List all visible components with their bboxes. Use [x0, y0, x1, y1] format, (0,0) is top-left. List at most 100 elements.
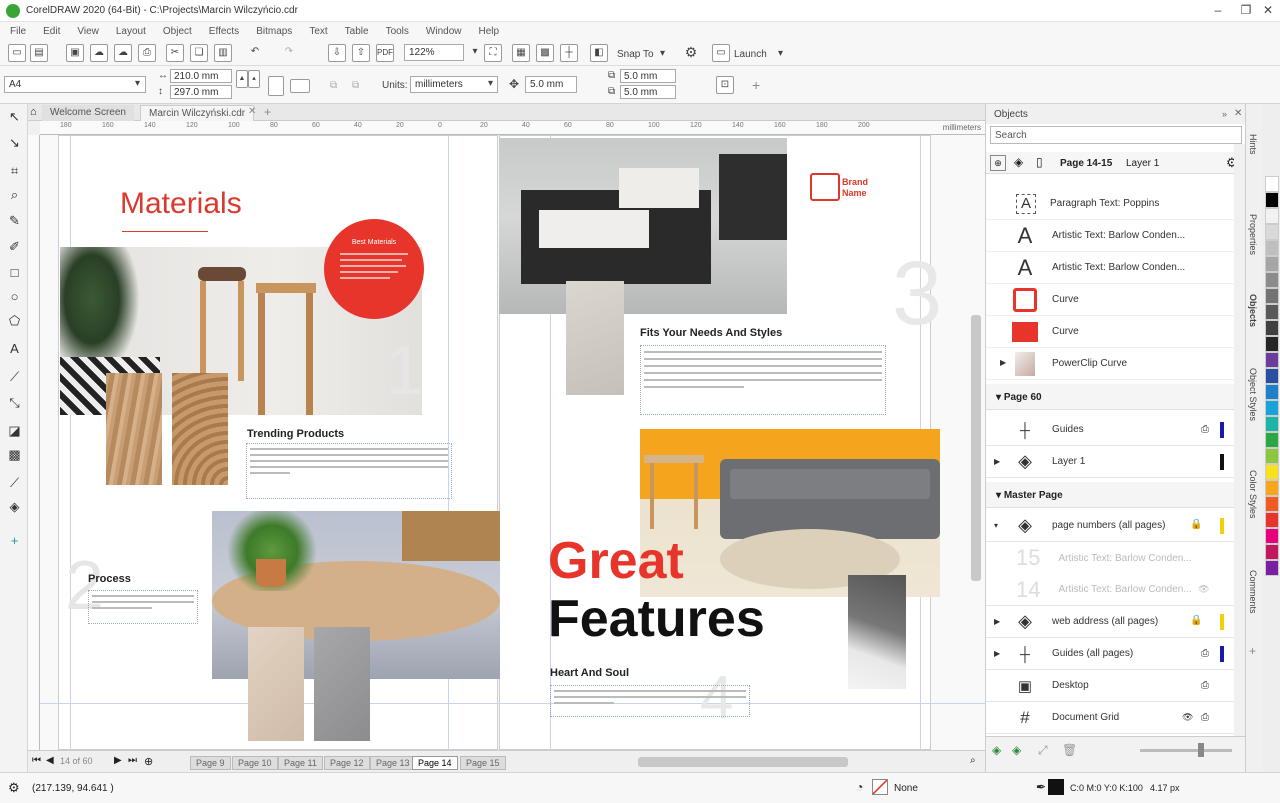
print-toggle-icon[interactable]: ⎙ [1201, 712, 1209, 723]
freehand-tool-icon[interactable]: ✎ [6, 212, 23, 229]
expand-arrow-icon[interactable]: ▶ [1000, 358, 1006, 367]
palette-swatch[interactable] [1265, 288, 1279, 304]
palette-swatch[interactable] [1265, 240, 1279, 256]
palette-swatch[interactable] [1265, 352, 1279, 368]
print-toggle-icon[interactable]: ⎙ [1201, 680, 1209, 691]
brand-logo-icon[interactable] [810, 173, 840, 201]
connector-tool-icon[interactable]: ⤡ [6, 394, 23, 411]
show-guidelines-icon[interactable]: ┼ [560, 44, 578, 62]
menu-help[interactable]: Help [479, 26, 500, 37]
artistic-media-icon[interactable]: ✐ [6, 238, 23, 255]
tab-page-9[interactable]: Page 9 [190, 756, 231, 770]
menu-layout[interactable]: Layout [116, 26, 146, 37]
new-layer-icon[interactable]: ◈ [992, 743, 1001, 757]
snap-chevron-icon[interactable]: ▾ [660, 48, 665, 59]
palette-swatch[interactable] [1265, 384, 1279, 400]
palette-swatch[interactable] [1265, 304, 1279, 320]
stone-sample-beige[interactable] [248, 627, 304, 741]
units-select[interactable]: millimeters [410, 76, 498, 93]
tab-page-12[interactable]: Page 12 [324, 756, 370, 770]
process-paragraph[interactable] [88, 590, 198, 624]
menu-view[interactable]: View [77, 26, 99, 37]
show-rulers-icon[interactable]: ▦ [512, 44, 530, 62]
undo-icon[interactable]: ↶ [246, 44, 264, 62]
tab-page-11[interactable]: Page 11 [278, 756, 323, 770]
ellipse-tool-icon[interactable]: ○ [6, 288, 23, 305]
wood-sample-2[interactable] [172, 373, 228, 485]
menu-text[interactable]: Text [309, 26, 327, 37]
tab-page-10[interactable]: Page 10 [232, 756, 278, 770]
layer-row-page-numbers[interactable]: ▾ ◈ page numbers (all pages) 🔒 [986, 510, 1234, 542]
lock-ratio-icon[interactable]: ▴ [248, 70, 260, 88]
palette-swatch[interactable] [1265, 560, 1279, 576]
export-pdf-icon[interactable]: PDF [376, 44, 394, 62]
text-tool-icon[interactable]: A [6, 340, 23, 357]
cut-icon[interactable]: ✂ [166, 44, 184, 62]
tab-objects[interactable]: Objects [1248, 294, 1258, 327]
duplicate-y-field[interactable]: 5.0 mm [620, 85, 676, 99]
object-row[interactable]: Curve [986, 284, 1234, 316]
docker-collapse-icon[interactable]: » [1222, 109, 1227, 119]
print-toggle-icon[interactable]: ⎙ [1201, 648, 1209, 659]
settings-gear-icon[interactable]: ⚙ [8, 780, 20, 796]
object-row[interactable]: A Artistic Text: Barlow Conden... [986, 220, 1234, 252]
new-tab-icon[interactable]: + [264, 105, 271, 119]
rectangle-tool-icon[interactable]: □ [6, 264, 23, 281]
save-icon[interactable]: ▣ [66, 44, 84, 62]
wood-sample-1[interactable] [106, 373, 162, 485]
object-row[interactable]: A Paragraph Text: Poppins [986, 188, 1234, 220]
options-gear-icon[interactable]: ⚙ [682, 44, 700, 62]
trending-paragraph[interactable] [246, 443, 452, 499]
tab-welcome-screen[interactable]: Welcome Screen [42, 105, 134, 121]
expand-arrow-icon[interactable]: ▾ [994, 521, 998, 530]
object-row[interactable]: ▶ PowerClip Curve [986, 348, 1234, 380]
objects-search-input[interactable]: Search [990, 126, 1242, 144]
page-width-field[interactable]: 210.0 mm [170, 69, 232, 83]
close-tab-icon[interactable]: ✕ [248, 106, 256, 117]
stone-sample-light[interactable] [566, 281, 624, 395]
collapse-arrow-icon[interactable]: ▾ [996, 490, 1004, 501]
palette-swatch[interactable] [1265, 512, 1279, 528]
materials-title[interactable]: Materials [120, 187, 242, 221]
menu-effects[interactable]: Effects [209, 26, 239, 37]
menu-bitmaps[interactable]: Bitmaps [256, 26, 292, 37]
export-icon[interactable]: ⇧ [352, 44, 370, 62]
page-border-icon[interactable]: ⊡ [716, 76, 734, 94]
horizontal-ruler[interactable]: millimeters 180 160 140 120 100 80 60 40 20 0 20 40… [40, 121, 985, 135]
outline-color-swatch[interactable] [1048, 779, 1064, 795]
palette-swatch[interactable] [1265, 496, 1279, 512]
palette-swatch[interactable] [1265, 464, 1279, 480]
minimize-icon[interactable]: – [1208, 3, 1228, 17]
add-icon[interactable]: + [752, 77, 760, 93]
page-height-field[interactable]: 297.0 mm [170, 85, 232, 99]
paste-icon[interactable]: ▥ [214, 44, 232, 62]
all-pages-icon[interactable]: ⧉ [330, 80, 337, 91]
object-row-ghost[interactable]: 14 Artistic Text: Barlow Conden... 👁 [986, 574, 1234, 606]
page-size-select[interactable]: A4 [4, 76, 146, 93]
layer-row-web-address[interactable]: ▶ ◈ web address (all pages) 🔒 [986, 606, 1234, 638]
current-page-icon[interactable]: ⧉ [352, 80, 359, 91]
layer-row-guides-all[interactable]: ▶ ┼ Guides (all pages) ⎙ [986, 638, 1234, 670]
stone-sample-grey[interactable] [314, 627, 370, 741]
quick-customize-icon[interactable]: + [6, 532, 23, 549]
layer-row-guides[interactable]: ┼ Guides ⎙ [986, 414, 1234, 446]
first-page-icon[interactable]: ⏮ [32, 755, 41, 766]
redo-icon[interactable]: ↷ [280, 44, 298, 62]
palette-swatch[interactable] [1265, 400, 1279, 416]
tab-hints[interactable]: Hints [1248, 134, 1258, 155]
menu-object[interactable]: Object [163, 26, 192, 37]
marble-sample[interactable] [848, 575, 906, 689]
copy-icon[interactable]: ❏ [190, 44, 208, 62]
tab-properties[interactable]: Properties [1248, 214, 1258, 255]
close-icon[interactable]: ✕ [1258, 3, 1278, 17]
slider-handle[interactable] [1198, 743, 1204, 757]
layer-row-document-grid[interactable]: # Document Grid 👁 ⎙ [986, 702, 1234, 734]
horizontal-scrollbar-thumb[interactable] [638, 757, 848, 767]
layers-icon[interactable]: ◈ [1014, 155, 1023, 169]
portrait-icon[interactable] [268, 76, 284, 96]
brand-name[interactable]: Brand Name [842, 177, 878, 199]
process-heading[interactable]: Process [88, 573, 131, 585]
palette-swatch[interactable] [1265, 272, 1279, 288]
page-60-section[interactable]: ▾ Page 60 [986, 384, 1234, 410]
move-layer-icon[interactable]: ⤢ [1038, 743, 1048, 758]
